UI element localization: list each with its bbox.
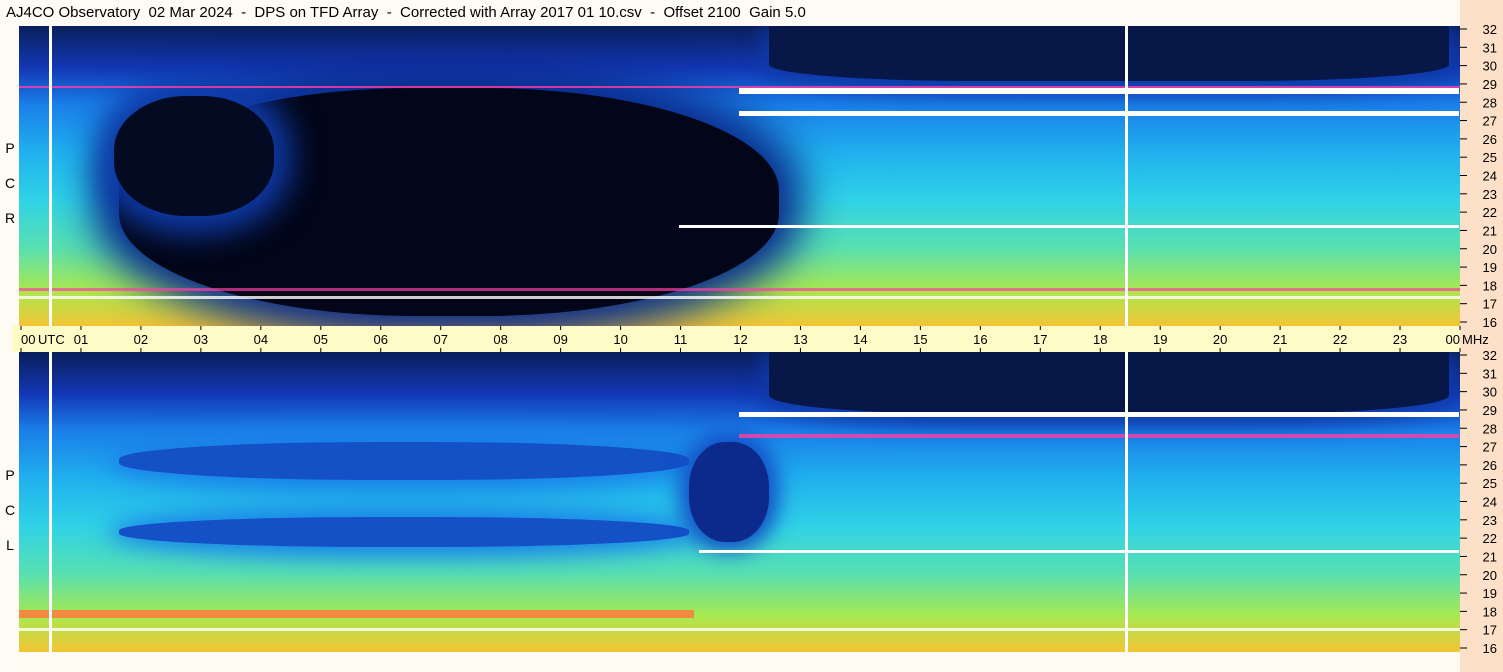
rcp-frequency-label: 20 <box>1483 242 1497 257</box>
rcp-frequency-label: 28 <box>1483 95 1497 110</box>
rcp-frequency-label: 26 <box>1483 132 1497 147</box>
time-tick-label: 19 <box>1153 332 1167 347</box>
frequency-unit-label: MHz <box>1462 332 1489 347</box>
lcp-frequency-label: 19 <box>1483 586 1497 601</box>
time-tick-label: 02 <box>134 332 148 347</box>
rcp-frequency-label: 22 <box>1483 205 1497 220</box>
time-tick-label: 00 <box>1446 332 1460 347</box>
lcp-frequency-label: 30 <box>1483 385 1497 400</box>
time-tick-label: 08 <box>493 332 507 347</box>
rcp-frequency-label: 21 <box>1483 223 1497 238</box>
time-unit-label: UTC <box>38 332 65 347</box>
time-tick-label: 18 <box>1093 332 1107 347</box>
lcp-frequency-label: 17 <box>1483 623 1497 638</box>
lcp-frequency-label: 23 <box>1483 513 1497 528</box>
time-tick-label: 14 <box>853 332 867 347</box>
rcp-frequency-label: 31 <box>1483 40 1497 55</box>
time-tick-label: 03 <box>194 332 208 347</box>
rcp-frequency-label: 17 <box>1483 297 1497 312</box>
time-tick-label: 07 <box>433 332 447 347</box>
time-tick-label: 20 <box>1213 332 1227 347</box>
lcp-frequency-label: 16 <box>1483 641 1497 656</box>
time-tick-label: 15 <box>913 332 927 347</box>
rcp-frequency-label: 23 <box>1483 187 1497 202</box>
lcp-frequency-label: 32 <box>1483 348 1497 363</box>
lcp-frequency-label: 24 <box>1483 495 1497 510</box>
time-tick-label: 22 <box>1333 332 1347 347</box>
time-tick-label: 04 <box>254 332 268 347</box>
lcp-frequency-label: 28 <box>1483 421 1497 436</box>
time-tick-label: 00 <box>21 332 35 347</box>
time-tick-label: 09 <box>553 332 567 347</box>
rcp-frequency-label: 19 <box>1483 260 1497 275</box>
rcp-frequency-label: 16 <box>1483 315 1497 330</box>
lcp-frequency-label: 26 <box>1483 458 1497 473</box>
rcp-frequency-label: 18 <box>1483 278 1497 293</box>
time-tick-label: 10 <box>613 332 627 347</box>
lcp-frequency-label: 25 <box>1483 476 1497 491</box>
time-tick-label: 01 <box>74 332 88 347</box>
time-tick-label: 21 <box>1273 332 1287 347</box>
time-tick-label: 05 <box>314 332 328 347</box>
lcp-frequency-label: 27 <box>1483 440 1497 455</box>
axes-overlay: 00 01 02 03 04 05 06 07 08 09 10 11 12 13 14 15 16 17 18 19… <box>20 22 1497 656</box>
time-tick-label: 12 <box>733 332 747 347</box>
rcp-frequency-label: 25 <box>1483 150 1497 165</box>
lcp-frequency-label: 29 <box>1483 403 1497 418</box>
time-tick-label: 16 <box>973 332 987 347</box>
time-tick-label: 17 <box>1033 332 1047 347</box>
rcp-frequency-label: 32 <box>1483 22 1497 37</box>
lcp-frequency-label: 31 <box>1483 366 1497 381</box>
rcp-frequency-label: 27 <box>1483 114 1497 129</box>
lcp-frequency-label: 21 <box>1483 549 1497 564</box>
time-tick-label: 11 <box>674 332 688 347</box>
lcp-frequency-label: 20 <box>1483 568 1497 583</box>
rcp-frequency-label: 30 <box>1483 59 1497 74</box>
rcp-frequency-label: 24 <box>1483 169 1497 184</box>
time-tick-label: 23 <box>1393 332 1407 347</box>
time-tick-label: 13 <box>793 332 807 347</box>
time-tick-label: 06 <box>374 332 388 347</box>
rcp-frequency-label: 29 <box>1483 77 1497 92</box>
lcp-frequency-label: 18 <box>1483 604 1497 619</box>
lcp-frequency-label: 22 <box>1483 531 1497 546</box>
